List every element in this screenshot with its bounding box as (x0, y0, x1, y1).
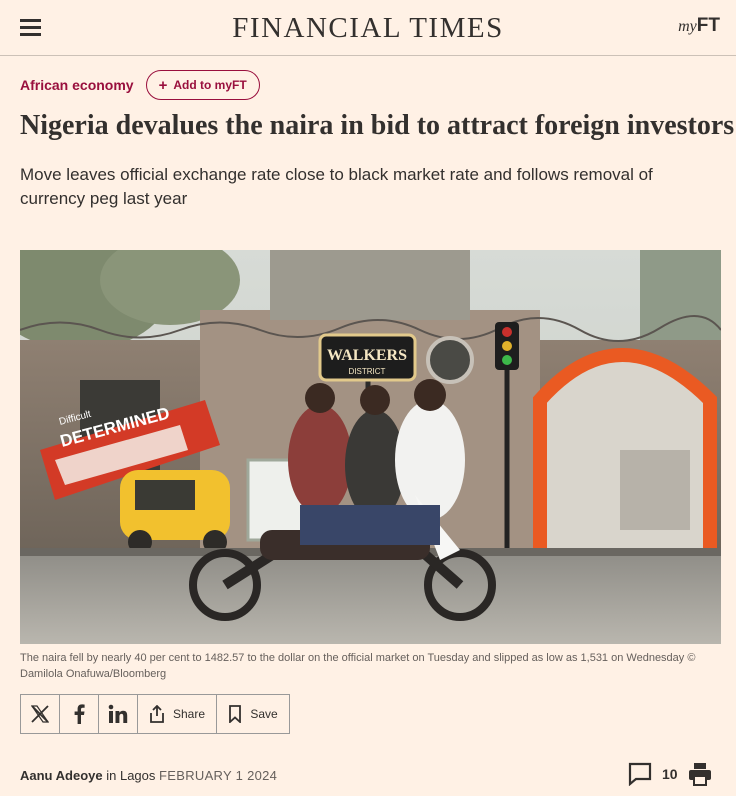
comment-count: 10 (662, 766, 678, 782)
print-icon (689, 763, 711, 786)
byline: Aanu Adeoye in Lagos FEBRUARY 1 2024 (20, 768, 277, 783)
comments-link[interactable]: 10 (628, 762, 678, 786)
myft-my: my (678, 18, 697, 35)
headline: Nigeria devalues the naira in bid to att… (20, 110, 735, 141)
sign-sub-text: DISTRICT (349, 367, 386, 376)
byline-in: in (106, 768, 117, 783)
add-to-myft-button[interactable]: + Add to myFT (145, 70, 260, 100)
save-label: Save (250, 707, 278, 721)
x-icon (31, 705, 49, 723)
topic-link[interactable]: African economy (20, 77, 134, 93)
sign-text: WALKERS (327, 347, 407, 364)
topic-row: African economy + Add to myFT (20, 70, 260, 100)
print-button[interactable] (688, 762, 712, 791)
location-link[interactable]: Lagos (120, 768, 155, 783)
standfirst: Move leaves official exchange rate close… (20, 165, 653, 208)
author-link[interactable]: Aanu Adeoye (20, 768, 103, 783)
facebook-icon (74, 704, 85, 724)
bookmark-icon (229, 705, 242, 723)
share-label: Share (172, 707, 206, 721)
site-header: FINANCIAL TIMES myFT (0, 0, 736, 56)
share-button[interactable]: Share (137, 694, 216, 734)
article-image: Difficult DETERMINED WALKERS DISTRICT (20, 250, 721, 644)
comment-icon (628, 762, 652, 786)
publish-date: FEBRUARY 1 2024 (159, 768, 278, 783)
myft-link[interactable]: myFT (678, 14, 720, 37)
add-to-myft-label: Add to myFT (173, 78, 247, 92)
image-caption: The naira fell by nearly 40 per cent to … (20, 652, 696, 680)
myft-ft: FT (696, 15, 720, 36)
share-icon (150, 705, 164, 723)
share-x-button[interactable] (20, 694, 59, 734)
ft-logo[interactable]: FINANCIAL TIMES (0, 12, 736, 45)
save-button[interactable]: Save (216, 694, 290, 734)
plus-icon: + (158, 76, 168, 94)
share-linkedin-button[interactable] (98, 694, 137, 734)
linkedin-icon (108, 704, 128, 723)
lagos-street-photo: Difficult DETERMINED WALKERS DISTRICT (20, 250, 721, 644)
share-bar: Share Save (20, 694, 290, 734)
share-facebook-button[interactable] (59, 694, 98, 734)
